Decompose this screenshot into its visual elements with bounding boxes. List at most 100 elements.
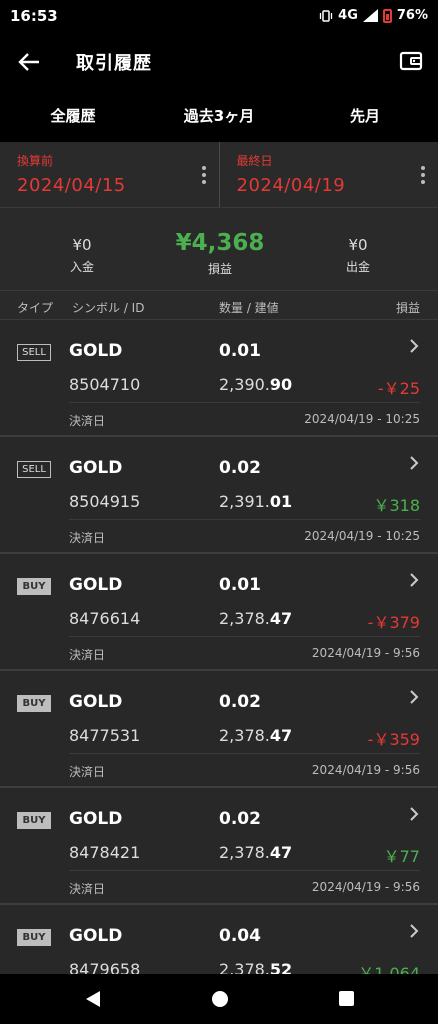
- settle-date-label: 決済日: [69, 414, 106, 428]
- trade-symbol: GOLD: [69, 809, 123, 829]
- trade-price: 2,378.47: [219, 609, 292, 628]
- summary-panel: ¥0 入金 ¥4,368 損益 ¥0 出金: [0, 208, 438, 290]
- trade-row[interactable]: BUYGOLD0.0484796582,378.52￥1,064決済日: [0, 905, 438, 974]
- row-divider: [69, 636, 420, 637]
- trade-id: 8477531: [69, 726, 141, 745]
- settle-date-label: 決済日: [69, 765, 106, 779]
- row-divider: [69, 870, 420, 871]
- more-options-icon[interactable]: [420, 166, 426, 186]
- chevron-right-icon: [410, 690, 419, 704]
- trade-quantity: 0.02: [219, 458, 261, 478]
- network-type: 4G: [338, 8, 358, 23]
- settle-date-value: 2024/04/19 - 9:56: [311, 880, 420, 894]
- settle-date-label: 決済日: [69, 882, 106, 896]
- trade-type-badge: SELL: [17, 461, 51, 478]
- trade-price-decimal: 47: [269, 843, 293, 862]
- trade-symbol: GOLD: [69, 341, 123, 361]
- trade-price-decimal: 01: [269, 492, 293, 511]
- trade-quantity: 0.01: [219, 341, 261, 361]
- trade-symbol: GOLD: [69, 926, 123, 946]
- page-title: 取引履歴: [76, 53, 152, 74]
- deposit-value: ¥0: [72, 236, 92, 254]
- trade-quantity: 0.04: [219, 926, 261, 946]
- trade-price-decimal: 47: [269, 726, 293, 745]
- trade-row[interactable]: BUY GOLD 0.02 8478421 2,378.47 ￥77 決済日 2024/04/…: [0, 788, 438, 905]
- back-arrow-icon[interactable]: [16, 48, 44, 76]
- row-divider: [69, 753, 420, 754]
- column-type: タイプ: [17, 301, 54, 315]
- trade-quantity: 0.02: [219, 692, 261, 712]
- settle-date-value: 2024/04/19 - 9:56: [311, 646, 420, 660]
- settle-date-label: 決済日: [69, 648, 106, 662]
- withdraw-label: 出金: [345, 260, 370, 274]
- tab-past-3-months[interactable]: 過去3ヶ月: [146, 90, 292, 142]
- trade-price-main: 2,378.: [219, 726, 270, 745]
- trade-type-badge: SELL: [17, 344, 51, 361]
- trade-row[interactable]: SELL GOLD 0.02 8504915 2,391.01 ￥318 決済日 2024/0…: [0, 437, 438, 554]
- tab-all-history[interactable]: 全履歴: [0, 90, 146, 142]
- chevron-right-icon: [410, 807, 419, 821]
- trade-price: 2,391.01: [219, 492, 292, 511]
- column-qty: 数量 / 建値: [219, 301, 279, 315]
- column-pl: 損益: [395, 301, 420, 315]
- chevron-right-icon: [410, 924, 419, 938]
- trade-row[interactable]: BUY GOLD 0.01 8476614 2,378.47 -￥379 決済日 2024/0…: [0, 554, 438, 671]
- trade-price-main: 2,391.: [219, 492, 270, 511]
- trade-row[interactable]: BUY GOLD 0.02 8477531 2,378.47 -￥359 決済日 2024/0…: [0, 671, 438, 788]
- trade-row[interactable]: SELL GOLD 0.01 8504710 2,390.90 -￥25 決済日 2024/0…: [0, 320, 438, 437]
- trade-id: 8504710: [69, 375, 141, 394]
- status-time: 16:53: [10, 7, 58, 25]
- trade-id: 8479658: [69, 960, 141, 974]
- trade-price-main: 2,378.: [219, 609, 270, 628]
- start-date-label: 換算前: [17, 154, 54, 168]
- withdraw-value: ¥0: [348, 236, 368, 254]
- battery-percent: 76%: [396, 8, 428, 23]
- more-options-icon[interactable]: [201, 166, 207, 186]
- date-range: 換算前 2024/04/15 最終日 2024/04/19: [0, 142, 438, 208]
- profit-value: ¥4,368: [175, 230, 265, 256]
- signal-icon: [362, 9, 378, 22]
- trade-symbol: GOLD: [69, 458, 123, 478]
- nav-home-icon[interactable]: [212, 991, 228, 1007]
- trade-list: SELL GOLD 0.01 8504710 2,390.90 -￥25 決済日 2024/0…: [0, 320, 438, 974]
- start-date-picker[interactable]: 換算前 2024/04/15: [0, 142, 219, 207]
- trade-profit-loss: -￥379: [367, 613, 420, 632]
- period-tabs: 全履歴 過去3ヶ月 先月: [0, 90, 438, 142]
- trade-price-decimal: 47: [269, 609, 293, 628]
- trade-price-decimal: 90: [269, 375, 293, 394]
- trade-symbol: GOLD: [69, 692, 123, 712]
- nav-recents-icon[interactable]: [339, 991, 354, 1006]
- trade-profit-loss: ￥77: [383, 847, 420, 866]
- end-date-label: 最終日: [236, 154, 273, 168]
- trade-quantity: 0.01: [219, 575, 261, 595]
- trade-quantity: 0.02: [219, 809, 261, 829]
- column-headers: タイプ シンボル / ID 数量 / 建値 損益: [0, 290, 438, 320]
- trade-id: 8478421: [69, 843, 141, 862]
- settle-date-value: 2024/04/19 - 9:56: [311, 763, 420, 777]
- settle-date-value: 2024/04/19 - 10:25: [304, 412, 420, 426]
- trade-type-badge: BUY: [17, 578, 51, 595]
- nav-back-icon[interactable]: [86, 991, 100, 1007]
- wallet-icon[interactable]: [398, 48, 424, 74]
- trade-price: 2,378.52: [219, 960, 292, 974]
- withdraw-summary: ¥0 出金: [326, 236, 390, 275]
- tab-last-month[interactable]: 先月: [292, 90, 438, 142]
- chevron-right-icon: [410, 456, 419, 470]
- deposit-summary: ¥0 入金: [50, 236, 114, 275]
- trade-price: 2,378.47: [219, 726, 292, 745]
- row-divider: [69, 402, 420, 403]
- trade-id: 8504915: [69, 492, 141, 511]
- chevron-right-icon: [410, 339, 419, 353]
- trade-profit-loss: -￥25: [377, 379, 420, 398]
- end-date-value: 2024/04/19: [236, 175, 346, 196]
- battery-icon: [382, 8, 392, 23]
- vibrate-icon: [320, 9, 333, 22]
- settle-date-label: 決済日: [69, 531, 106, 545]
- app-bar: 取引履歴: [0, 34, 438, 90]
- end-date-picker[interactable]: 最終日 2024/04/19: [218, 142, 438, 207]
- trade-profit-loss: -￥359: [367, 730, 420, 749]
- trade-price: 2,378.47: [219, 843, 292, 862]
- trade-price: 2,390.90: [219, 375, 292, 394]
- start-date-value: 2024/04/15: [17, 175, 126, 196]
- trade-id: 8476614: [69, 609, 141, 628]
